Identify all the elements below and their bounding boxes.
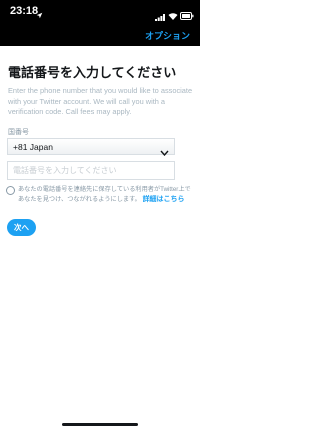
- discoverability-checkbox[interactable]: [6, 186, 15, 195]
- page-title: 電話番号を入力してください: [8, 65, 177, 80]
- phone-number-input[interactable]: [7, 161, 175, 180]
- next-button[interactable]: 次へ: [7, 219, 36, 236]
- home-indicator: [62, 423, 138, 426]
- status-time: 23:18: [10, 5, 39, 17]
- battery-icon: [180, 7, 194, 25]
- learn-more-link[interactable]: 詳細はこちら: [143, 196, 185, 203]
- country-code-value: +81 Japan: [13, 142, 53, 152]
- description-text: Enter the phone number that you would li…: [8, 86, 193, 116]
- chevron-down-icon: [160, 143, 169, 161]
- top-bar: 23:18 オプション: [0, 0, 200, 46]
- cellular-signal-icon: [155, 8, 165, 26]
- discoverability-text: あなたの電話番号を連絡先に保存している利用者がTwitter上であなたを見つけ、…: [18, 185, 194, 205]
- options-button[interactable]: オプション: [145, 29, 190, 42]
- country-code-label: 国番号: [8, 129, 29, 136]
- country-code-select[interactable]: +81 Japan: [7, 138, 175, 157]
- location-arrow-icon: [36, 6, 43, 24]
- wifi-icon: [168, 7, 178, 25]
